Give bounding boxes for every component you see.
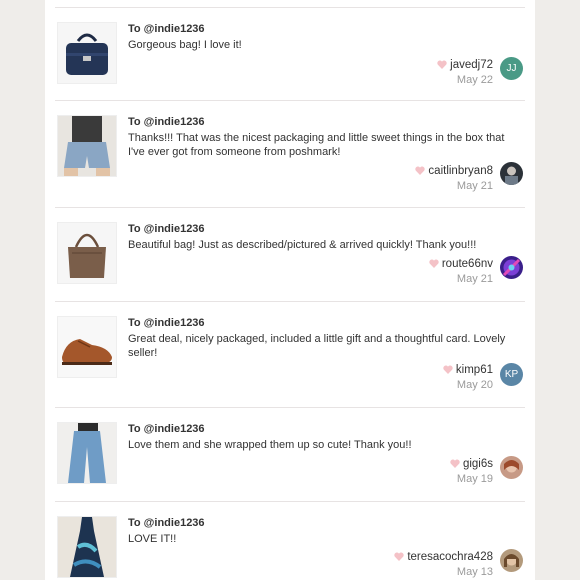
review-date: May 22 bbox=[456, 74, 493, 86]
item-thumbnail[interactable] bbox=[57, 115, 117, 177]
item-thumbnail[interactable] bbox=[57, 516, 117, 578]
review-item: To @indie1236 LOVE IT!! teresacochra428 … bbox=[55, 502, 525, 580]
reviewer-username[interactable]: kimp61 bbox=[456, 364, 493, 376]
reviewer-username[interactable]: gigi6s bbox=[463, 458, 493, 470]
review-item: To @indie1236 Gorgeous bag! I love it! j… bbox=[55, 8, 525, 101]
review-item: To @indie1236 Thanks!!! That was the nic… bbox=[55, 101, 525, 208]
jeans-image bbox=[58, 423, 116, 483]
item-thumbnail[interactable] bbox=[57, 422, 117, 484]
review-message: Thanks!!! That was the nicest packaging … bbox=[128, 132, 505, 158]
heart-icon bbox=[437, 60, 447, 69]
item-thumbnail[interactable] bbox=[57, 316, 117, 378]
handbag-image bbox=[58, 23, 116, 83]
reviewer-info: route66nv May 21 bbox=[429, 257, 493, 286]
review-item: To @indie1236 Beautiful bag! Just as des… bbox=[55, 208, 525, 302]
review-date: May 19 bbox=[456, 473, 493, 485]
heart-icon bbox=[429, 259, 439, 268]
review-message: Love them and she wrapped them up so cut… bbox=[128, 439, 412, 451]
review-message: Beautiful bag! Just as described/picture… bbox=[128, 239, 477, 251]
reviewer-username[interactable]: route66nv bbox=[442, 258, 493, 270]
avatar-photo bbox=[500, 162, 523, 185]
review-recipient: To @indie1236 bbox=[128, 23, 205, 35]
heart-icon bbox=[450, 459, 460, 468]
leather-bag-image bbox=[58, 223, 116, 283]
review-recipient: To @indie1236 bbox=[128, 116, 205, 128]
avatar[interactable] bbox=[500, 256, 523, 279]
dress-image bbox=[58, 517, 116, 577]
review-recipient: To @indie1236 bbox=[128, 423, 205, 435]
avatar-initials: KP bbox=[504, 369, 519, 380]
reviewer-username[interactable]: javedj72 bbox=[450, 59, 493, 71]
item-thumbnail[interactable] bbox=[57, 222, 117, 284]
avatar-photo bbox=[500, 456, 523, 479]
reviewer-info: javedj72 May 22 bbox=[437, 58, 493, 87]
review-date: May 21 bbox=[456, 273, 493, 285]
review-date: May 13 bbox=[456, 566, 493, 578]
avatar-photo bbox=[500, 256, 523, 279]
review-date: May 21 bbox=[456, 180, 493, 192]
reviewer-info: gigi6s May 19 bbox=[450, 457, 493, 486]
reviewer-info: teresacochra428 May 13 bbox=[394, 550, 493, 579]
avatar-initials: JJ bbox=[506, 63, 517, 74]
denim-shorts-image bbox=[58, 116, 116, 176]
avatar[interactable]: KP bbox=[500, 363, 523, 386]
avatar[interactable] bbox=[500, 162, 523, 185]
review-message: Gorgeous bag! I love it! bbox=[128, 39, 242, 51]
avatar[interactable] bbox=[500, 549, 523, 572]
review-message: LOVE IT!! bbox=[128, 533, 177, 545]
review-recipient: To @indie1236 bbox=[128, 517, 205, 529]
heart-icon bbox=[443, 365, 453, 374]
review-date: May 20 bbox=[456, 379, 493, 391]
avatar[interactable] bbox=[500, 456, 523, 479]
reviewer-username[interactable]: teresacochra428 bbox=[407, 551, 493, 563]
avatar-photo bbox=[500, 549, 523, 572]
review-message: Great deal, nicely packaged, included a … bbox=[128, 333, 506, 359]
review-recipient: To @indie1236 bbox=[128, 317, 205, 329]
reviewer-username[interactable]: caitlinbryan8 bbox=[428, 165, 493, 177]
item-thumbnail[interactable] bbox=[57, 22, 117, 84]
heart-icon bbox=[415, 166, 426, 175]
reviewer-info: kimp61 May 20 bbox=[443, 363, 493, 392]
review-item: To @indie1236 Love them and she wrapped … bbox=[55, 408, 525, 502]
review-recipient: To @indie1236 bbox=[128, 223, 205, 235]
reviewer-info: caitlinbryan8 May 21 bbox=[415, 164, 493, 193]
review-item: To @indie1236 Great deal, nicely package… bbox=[55, 302, 525, 408]
reviews-panel: To @indie1236 Gorgeous bag! I love it! j… bbox=[45, 0, 535, 580]
avatar[interactable]: JJ bbox=[500, 57, 523, 80]
shoes-image bbox=[58, 317, 116, 377]
heart-icon bbox=[394, 552, 405, 561]
